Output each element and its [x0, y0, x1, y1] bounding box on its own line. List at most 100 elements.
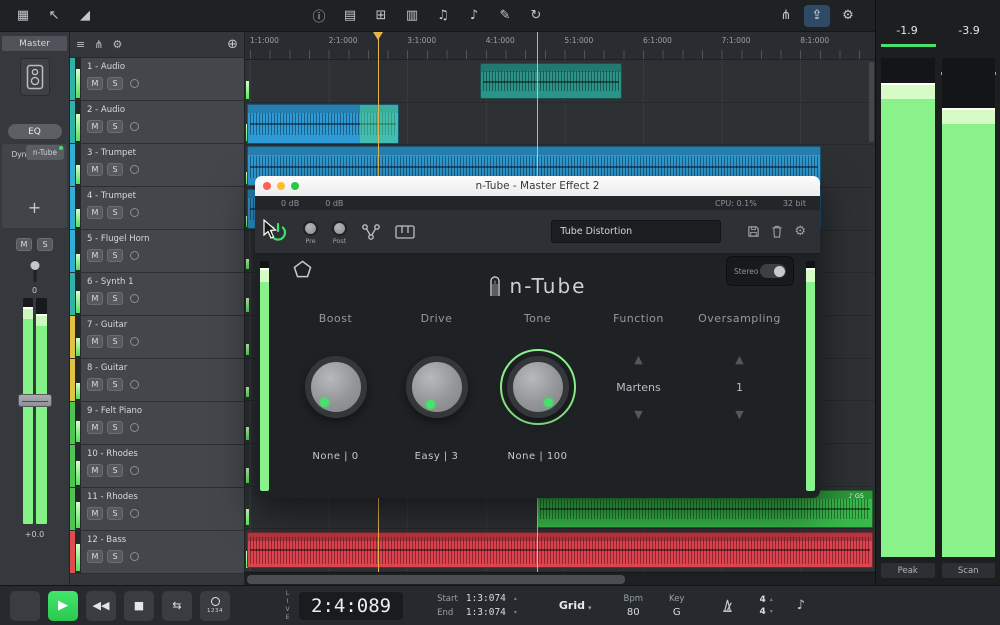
track-row[interactable]: 7 - GuitarMS	[70, 316, 244, 359]
solo-button[interactable]: S	[107, 249, 123, 262]
caret-down-icon[interactable]: ▾	[514, 609, 517, 616]
solo-button[interactable]: S	[107, 464, 123, 477]
audio-wave-icon[interactable]: ♪	[461, 5, 487, 27]
routing-icon[interactable]: ⋔	[773, 5, 799, 27]
track-row[interactable]: 10 - Rhodes MS	[70, 445, 244, 488]
track-row[interactable]: 1 - Audio MS	[70, 58, 244, 101]
track-menu-icon[interactable]: ≡	[76, 38, 85, 51]
track-row[interactable]: 6 - Synth 1MS	[70, 273, 244, 316]
caret-down-icon[interactable]: ▾	[770, 608, 773, 615]
track-row[interactable]: 11 - RhodesMS	[70, 488, 244, 531]
metronome-button[interactable]	[720, 598, 735, 613]
solo-button[interactable]: S	[107, 120, 123, 133]
master-mute-button[interactable]: M	[16, 238, 32, 251]
caret-up-icon[interactable]: ▴	[514, 595, 517, 602]
add-track-button[interactable]: ⊕	[227, 37, 238, 52]
key-selector[interactable]: Key G	[669, 594, 684, 618]
clip-12-bass[interactable]	[247, 532, 873, 568]
mute-button[interactable]: M	[87, 77, 103, 90]
step-down-button[interactable]: ▼	[634, 408, 642, 421]
share-device-icon[interactable]: ⇪	[804, 5, 830, 27]
stop-button[interactable]: ■	[124, 591, 154, 621]
fade-tool-icon[interactable]: ◢	[72, 5, 98, 27]
pointer-tool-icon[interactable]: ↖	[41, 5, 67, 27]
track-name[interactable]: 11 - Rhodes	[87, 492, 238, 502]
grid-tool-icon[interactable]: ▦	[10, 5, 36, 27]
drive-knob[interactable]	[406, 356, 468, 418]
peak-button[interactable]: Peak	[881, 563, 935, 578]
track-name[interactable]: 6 - Synth 1	[87, 277, 238, 287]
track-name[interactable]: 3 - Trumpet	[87, 148, 238, 158]
track-name[interactable]: 5 - Flugel Horn	[87, 234, 238, 244]
midi-icon[interactable]: ♫	[430, 5, 456, 27]
clip-2-audio[interactable]	[247, 104, 399, 144]
track-row[interactable]: 2 - Audio MS	[70, 101, 244, 144]
tone-knob[interactable]	[507, 356, 569, 418]
scan-button[interactable]: Scan	[942, 563, 996, 578]
record-arm-button[interactable]	[130, 251, 139, 260]
preset-selector[interactable]: Tube Distortion	[551, 220, 721, 243]
record-arm-button[interactable]	[130, 294, 139, 303]
record-arm-button[interactable]	[130, 466, 139, 475]
boost-knob[interactable]	[305, 356, 367, 418]
mute-button[interactable]: M	[87, 378, 103, 391]
track-name[interactable]: 1 - Audio	[87, 62, 238, 72]
start-end-readout[interactable]: Start 1:3:074 ▴ End 1:3:074 ▾	[437, 593, 517, 618]
pre-gain-knob[interactable]	[303, 221, 318, 236]
loop-button[interactable]: ⇆	[162, 591, 192, 621]
track-name[interactable]: 2 - Audio	[87, 105, 238, 115]
mute-button[interactable]: M	[87, 507, 103, 520]
master-pan-slider[interactable]	[33, 260, 36, 282]
keyboard-icon[interactable]	[395, 225, 415, 239]
mute-button[interactable]: M	[87, 550, 103, 563]
solo-button[interactable]: S	[107, 292, 123, 305]
swing-button[interactable]: ♪	[797, 598, 805, 613]
zoom-icon[interactable]: ⊞	[368, 5, 394, 27]
eq-button[interactable]: EQ	[8, 124, 62, 139]
mixer-icon[interactable]: ▤	[337, 5, 363, 27]
record-arm-button[interactable]	[130, 165, 139, 174]
track-name[interactable]: 12 - Bass	[87, 535, 238, 545]
track-row[interactable]: 8 - Guitar MS	[70, 359, 244, 402]
track-routing-icon[interactable]: ⋔	[94, 38, 103, 51]
solo-button[interactable]: S	[107, 378, 123, 391]
clip-1-audio[interactable]	[480, 63, 622, 99]
mute-button[interactable]: M	[87, 120, 103, 133]
horizontal-scrollbar[interactable]	[245, 572, 875, 585]
track-settings-icon[interactable]: ⚙	[112, 38, 122, 51]
track-row[interactable]: 12 - Bass MS	[70, 531, 244, 574]
step-down-button[interactable]: ▼	[735, 408, 743, 421]
record-arm-button[interactable]	[130, 208, 139, 217]
record-arm-button[interactable]	[130, 380, 139, 389]
output-device-button[interactable]	[20, 58, 50, 96]
record-arm-button[interactable]	[130, 122, 139, 131]
mute-button[interactable]: M	[87, 464, 103, 477]
track-name[interactable]: 8 - Guitar	[87, 363, 238, 373]
routing-icon[interactable]	[361, 223, 381, 241]
plugin-window[interactable]: n-Tube - Master Effect 2 0 dB 0 dB CPU: …	[255, 176, 820, 498]
record-count-in-button[interactable]: 1234	[200, 591, 230, 621]
record-arm-button[interactable]	[130, 552, 139, 561]
add-effect-button[interactable]: +	[2, 188, 67, 226]
master-volume-fader[interactable]	[18, 394, 52, 407]
record-arm-button[interactable]	[130, 337, 139, 346]
bpm-selector[interactable]: Bpm 80	[624, 594, 644, 618]
mute-button[interactable]: M	[87, 421, 103, 434]
solo-button[interactable]: S	[107, 550, 123, 563]
plugin-settings-icon[interactable]: ⚙	[794, 224, 806, 239]
time-display[interactable]: 2:4:089	[299, 592, 403, 620]
play-button[interactable]: ▶	[48, 591, 78, 621]
refresh-icon[interactable]: ↻	[523, 5, 549, 27]
close-button[interactable]	[263, 182, 271, 190]
track-row[interactable]: 9 - Felt PianoMS	[70, 402, 244, 445]
zoom-button[interactable]	[291, 182, 299, 190]
step-up-button[interactable]: ▲	[735, 353, 743, 366]
record-arm-button[interactable]	[130, 79, 139, 88]
solo-button[interactable]: S	[107, 77, 123, 90]
solo-button[interactable]: S	[107, 206, 123, 219]
timeline-ruler[interactable]: 1:1:0002:1:0003:1:0004:1:0005:1:0006:1:0…	[245, 32, 875, 60]
rewind-button[interactable]: ◀◀	[86, 591, 116, 621]
solo-button[interactable]: S	[107, 163, 123, 176]
track-name[interactable]: 10 - Rhodes	[87, 449, 238, 459]
master-solo-button[interactable]: S	[37, 238, 53, 251]
